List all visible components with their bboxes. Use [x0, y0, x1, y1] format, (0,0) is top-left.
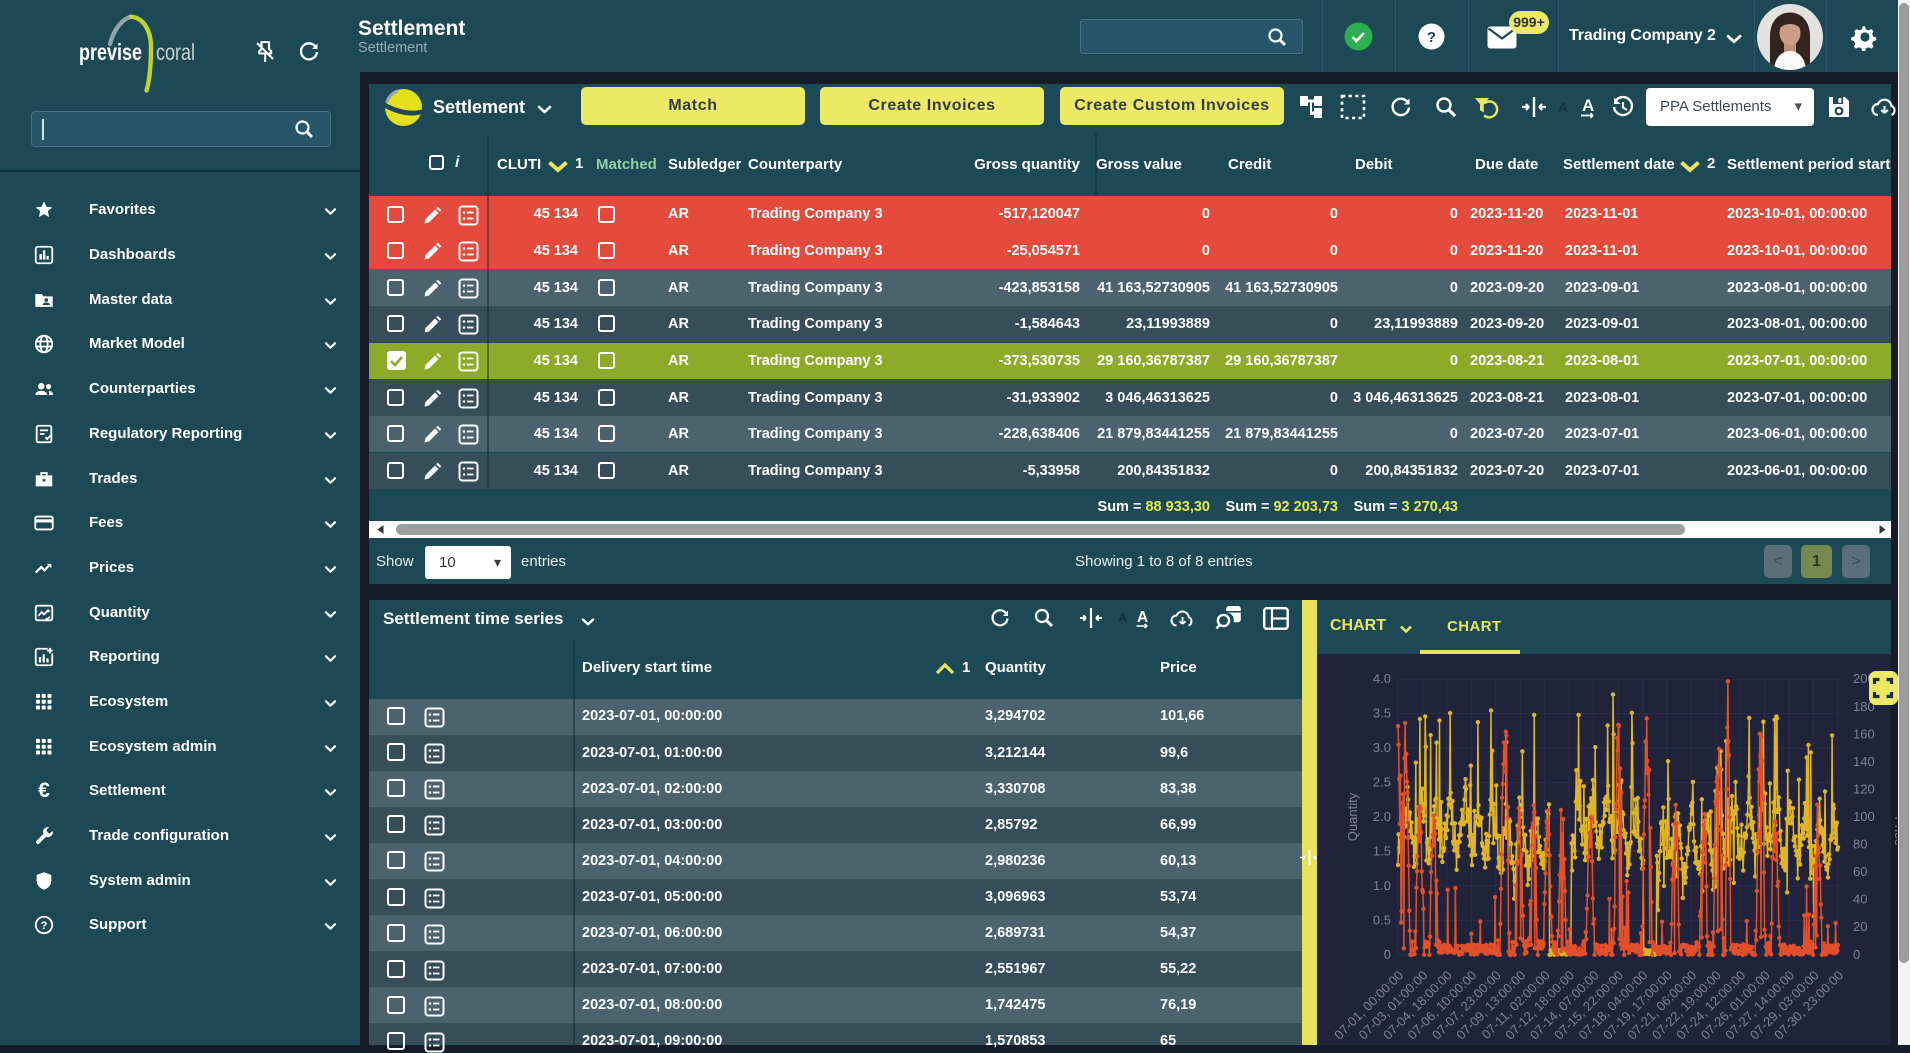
svg-text:2.0: 2.0 — [1373, 809, 1391, 824]
svg-text:120: 120 — [1853, 781, 1875, 796]
svg-text:Price: Price — [1892, 816, 1897, 846]
svg-text:4.0: 4.0 — [1373, 671, 1391, 686]
svg-text:40: 40 — [1853, 892, 1867, 907]
svg-text:3.5: 3.5 — [1373, 706, 1391, 721]
svg-text:0: 0 — [1853, 947, 1860, 962]
svg-text:160: 160 — [1853, 726, 1875, 741]
svg-text:20: 20 — [1853, 919, 1867, 934]
svg-text:A: A — [1582, 96, 1594, 115]
svg-text:80: 80 — [1853, 837, 1867, 852]
svg-text:3.0: 3.0 — [1373, 740, 1391, 755]
svg-text:coral: coral — [156, 39, 195, 65]
svg-text:100: 100 — [1853, 809, 1875, 824]
svg-text:140: 140 — [1853, 754, 1875, 769]
svg-text:2.5: 2.5 — [1373, 775, 1391, 790]
svg-text:0: 0 — [1384, 947, 1391, 962]
svg-text:€: € — [38, 780, 50, 802]
svg-text:0.5: 0.5 — [1373, 912, 1391, 927]
svg-text:A: A — [1137, 609, 1148, 626]
svg-text:Quantity: Quantity — [1345, 792, 1360, 841]
svg-text:60: 60 — [1853, 864, 1867, 879]
svg-text:?: ? — [1427, 29, 1436, 46]
svg-text:1.5: 1.5 — [1373, 843, 1391, 858]
svg-text:1.0: 1.0 — [1373, 878, 1391, 893]
svg-text:?: ? — [41, 920, 48, 932]
